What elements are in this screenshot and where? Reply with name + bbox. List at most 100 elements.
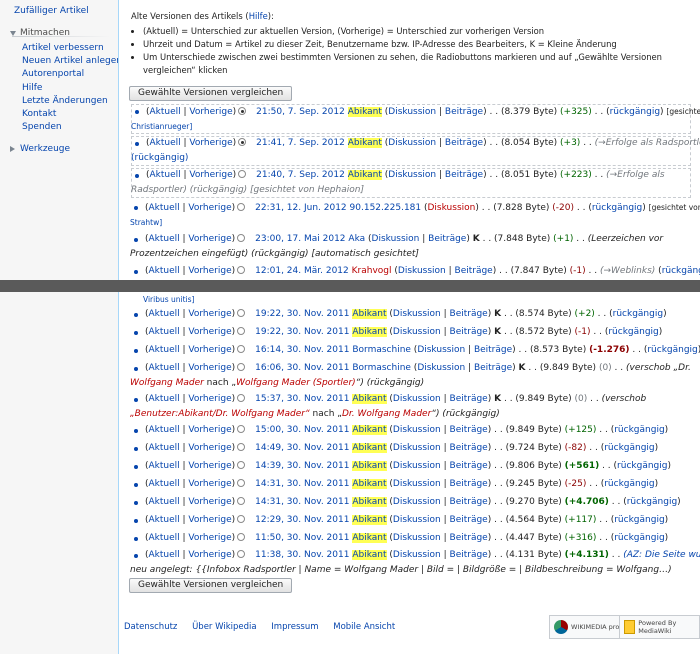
version-radio[interactable]: [238, 138, 247, 146]
compare-versions-button[interactable]: Gewählte Versionen vergleichen: [129, 86, 293, 101]
revision-date-link[interactable]: 21:50, 7. Sep. 2012: [256, 107, 345, 117]
user-talk-link[interactable]: Diskussion: [398, 266, 446, 276]
aktuell-link[interactable]: Aktuell: [149, 479, 180, 489]
user-link[interactable]: Abikant: [352, 394, 387, 404]
version-radio[interactable]: [237, 394, 246, 402]
moved-to-link[interactable]: Wolfgang Mader (Sportler): [236, 378, 356, 388]
user-contribs-link[interactable]: Beiträge: [450, 479, 488, 489]
user-contribs-link[interactable]: Beiträge: [450, 497, 488, 507]
user-talk-link[interactable]: Diskussion: [372, 234, 420, 244]
footer-link-datenschutz[interactable]: Datenschutz: [124, 622, 177, 632]
user-contribs-link[interactable]: Beiträge: [450, 309, 488, 319]
user-link[interactable]: 90.152.225.181: [350, 203, 422, 213]
user-link[interactable]: Aka: [348, 234, 365, 244]
help-link[interactable]: Hilfe: [249, 11, 268, 21]
user-link[interactable]: Abikant: [352, 550, 387, 560]
user-link[interactable]: Abikant: [352, 443, 387, 453]
sidebar-item-artikel-verbessern[interactable]: Artikel verbessern: [22, 43, 104, 53]
revision-date-link[interactable]: 14:39, 30. Nov. 2011: [255, 461, 349, 471]
reviewer-link[interactable]: Christianrueger]: [131, 122, 192, 131]
revision-date-link[interactable]: 15:00, 30. Nov. 2011: [255, 425, 349, 435]
revision-date-link[interactable]: 23:00, 17. Mai 2012: [255, 234, 345, 244]
aktuell-link[interactable]: Aktuell: [149, 443, 180, 453]
user-link[interactable]: Abikant: [352, 497, 387, 507]
user-talk-link[interactable]: Diskussion: [393, 443, 441, 453]
version-radio[interactable]: [237, 550, 246, 558]
version-radio[interactable]: [237, 515, 246, 523]
aktuell-link[interactable]: Aktuell: [149, 497, 180, 507]
version-radio[interactable]: [237, 203, 246, 211]
version-radio[interactable]: [237, 461, 246, 469]
revision-date-link[interactable]: 21:40, 7. Sep. 2012: [256, 170, 345, 180]
user-contribs-link[interactable]: Beiträge: [450, 515, 488, 525]
revision-date-link[interactable]: 19:22, 30. Nov. 2011: [255, 327, 349, 337]
user-talk-link[interactable]: Diskussion: [393, 479, 441, 489]
vorherige-link[interactable]: Vorherige: [188, 443, 231, 453]
revision-date-link[interactable]: 11:50, 30. Nov. 2011: [255, 533, 349, 543]
user-talk-link[interactable]: Diskussion: [393, 425, 441, 435]
version-radio[interactable]: [237, 363, 246, 371]
revision-date-link[interactable]: 16:06, 30. Nov. 2011: [255, 363, 349, 373]
version-radio[interactable]: [237, 479, 246, 487]
user-link[interactable]: Abikant: [352, 309, 387, 319]
reviewer-link[interactable]: Viribus unitis]: [143, 293, 700, 306]
sidebar-item-autorenportal[interactable]: Autorenportal: [22, 69, 84, 79]
vorherige-link[interactable]: Vorherige: [188, 309, 231, 319]
vorherige-link[interactable]: Vorherige: [188, 497, 231, 507]
vorherige-link[interactable]: Vorherige: [188, 425, 231, 435]
revision-date-link[interactable]: 22:31, 12. Jun. 2012: [255, 203, 347, 213]
reviewer-link[interactable]: Strahtw]: [130, 218, 162, 227]
user-talk-link[interactable]: Diskussion: [393, 394, 441, 404]
revision-date-link[interactable]: 14:31, 30. Nov. 2011: [255, 497, 349, 507]
vorherige-link[interactable]: Vorherige: [188, 345, 231, 355]
user-talk-link[interactable]: Diskussion: [393, 497, 441, 507]
undo-link[interactable]: rückgängig: [592, 203, 642, 213]
version-radio[interactable]: [237, 309, 246, 317]
user-link[interactable]: Bormaschine: [352, 345, 411, 355]
sidebar-item-hilfe[interactable]: Hilfe: [22, 83, 42, 93]
revision-date-link[interactable]: 11:38, 30. Nov. 2011: [255, 550, 349, 560]
aktuell-link[interactable]: Aktuell: [149, 515, 180, 525]
moved-to-link[interactable]: Dr. Wolfgang Mader: [342, 409, 431, 419]
user-talk-link[interactable]: Diskussion: [417, 345, 465, 355]
footer-link-mobile[interactable]: Mobile Ansicht: [333, 622, 395, 632]
undo-link[interactable]: rückgängig: [614, 425, 664, 435]
user-contribs-link[interactable]: Beiträge: [450, 461, 488, 471]
revision-date-link[interactable]: 14:49, 30. Nov. 2011: [255, 443, 349, 453]
sidebar-section-werkzeuge[interactable]: Werkzeuge: [10, 144, 70, 154]
undo-link[interactable]: rückgängig: [610, 107, 660, 117]
aktuell-link[interactable]: Aktuell: [149, 266, 180, 276]
vorherige-link[interactable]: Vorherige: [188, 515, 231, 525]
revision-date-link[interactable]: 21:41, 7. Sep. 2012: [256, 138, 345, 148]
user-talk-link[interactable]: Diskussion: [393, 309, 441, 319]
version-radio[interactable]: [237, 497, 246, 505]
compare-versions-button-bottom[interactable]: Gewählte Versionen vergleichen: [129, 578, 293, 593]
user-link[interactable]: Abikant: [352, 479, 387, 489]
undo-link[interactable]: rückgängig: [614, 533, 664, 543]
aktuell-link[interactable]: Aktuell: [149, 203, 180, 213]
aktuell-link[interactable]: Aktuell: [149, 550, 180, 560]
vorherige-link[interactable]: Vorherige: [188, 234, 231, 244]
revision-date-link[interactable]: 12:29, 30. Nov. 2011: [255, 515, 349, 525]
user-contribs-link[interactable]: Beiträge: [450, 533, 488, 543]
aktuell-link[interactable]: Aktuell: [149, 394, 180, 404]
vorherige-link[interactable]: Vorherige: [188, 327, 231, 337]
version-radio[interactable]: [237, 533, 246, 541]
moved-from-link[interactable]: Wolfgang Mader: [130, 378, 204, 388]
user-talk-link[interactable]: Diskussion: [393, 533, 441, 543]
undo-link[interactable]: rückgängig: [617, 461, 667, 471]
user-contribs-link[interactable]: Beiträge: [474, 363, 512, 373]
user-talk-link[interactable]: Diskussion: [388, 170, 436, 180]
undo-link[interactable]: rückgängig: [662, 266, 700, 276]
undo-link[interactable]: rückgängig: [614, 515, 664, 525]
version-radio[interactable]: [237, 345, 246, 353]
user-talk-link[interactable]: Diskussion: [388, 138, 436, 148]
aktuell-link[interactable]: Aktuell: [149, 234, 180, 244]
user-contribs-link[interactable]: Beiträge: [455, 266, 493, 276]
version-radio[interactable]: [237, 425, 246, 433]
version-radio[interactable]: [238, 107, 247, 115]
user-contribs-link[interactable]: Beiträge: [428, 234, 466, 244]
revision-date-link[interactable]: 19:22, 30. Nov. 2011: [255, 309, 349, 319]
version-radio[interactable]: [237, 266, 246, 274]
aktuell-link[interactable]: Aktuell: [149, 533, 180, 543]
